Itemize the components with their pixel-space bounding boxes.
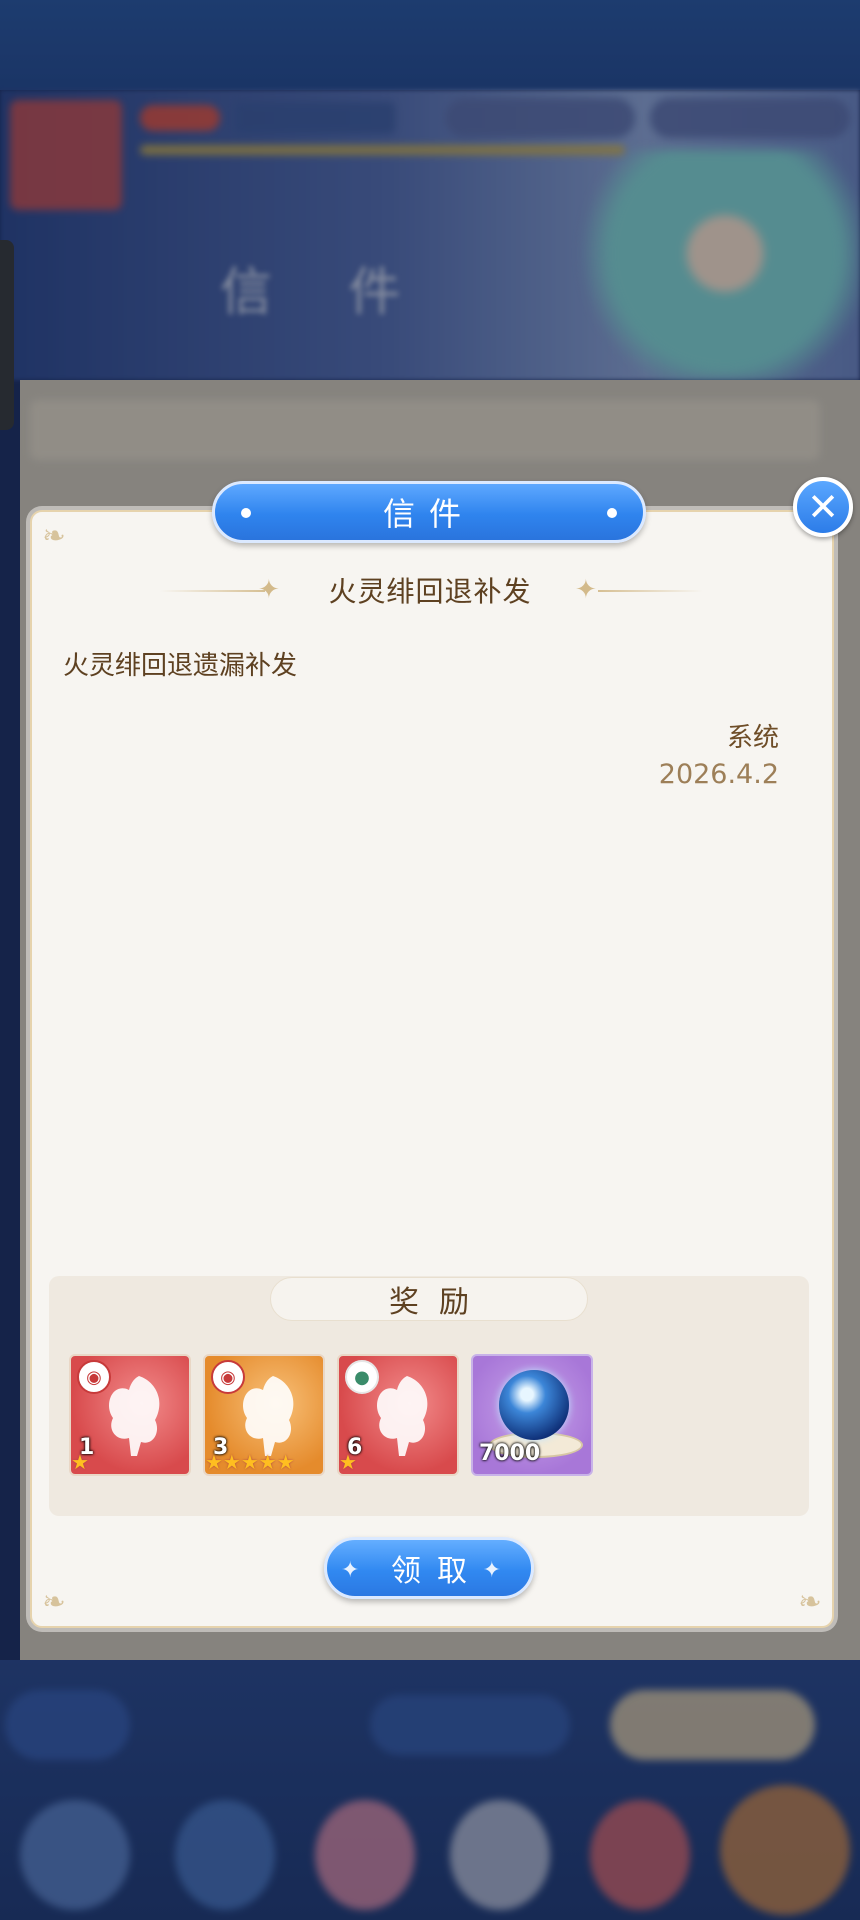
mail-subject: 火灵绯回退补发 <box>328 575 532 608</box>
mail-date: 2026.4.2 <box>658 759 779 790</box>
modal-title: 信件 <box>382 495 475 533</box>
mail-body-text: 火灵绯回退遗漏补发 <box>63 651 298 681</box>
close-button[interactable]: ✕ <box>793 477 853 537</box>
tri-orb-icon: ● <box>345 1360 379 1394</box>
reward-count: 3 <box>213 1435 229 1460</box>
corner-ornament-icon: ❧ <box>42 1585 66 1618</box>
mail-sender: 系统 <box>726 723 779 753</box>
bag-icon: ◉ <box>211 1360 245 1394</box>
reward-count: 7000 <box>479 1441 541 1466</box>
sparkle-icon: ✦ <box>341 1558 376 1583</box>
claim-button[interactable]: ✦ 领取 ✦ <box>324 1537 534 1599</box>
crystal-orb-icon <box>499 1370 569 1440</box>
reward-count: 6 <box>347 1435 363 1460</box>
bag-icon: ◉ <box>77 1360 111 1394</box>
corner-ornament-icon: ❧ <box>42 519 66 552</box>
corner-ornament-icon: ❧ <box>798 1585 822 1618</box>
sparkle-icon: ✦ <box>482 1558 517 1583</box>
reward-count: 1 <box>79 1435 95 1460</box>
sparkle-icon: ✦ <box>575 575 597 605</box>
reward-item-fairy-card[interactable]: ◉ ★★★★★ 3 <box>203 1354 325 1476</box>
fairy-silhouette-icon <box>376 1376 428 1456</box>
reward-item-fairy-card[interactable]: ● ★ 6 <box>337 1354 459 1476</box>
reward-item-fairy-card[interactable]: ◉ ★ 1 <box>69 1354 191 1476</box>
reward-section-label: 奖励 <box>270 1277 588 1321</box>
reward-item-crystal-orb[interactable]: 7000 <box>471 1354 593 1476</box>
fairy-silhouette-icon <box>242 1376 294 1456</box>
claim-button-label: 领取 <box>391 1554 483 1589</box>
modal-title-banner: 信件 <box>212 481 646 543</box>
title-divider-right <box>598 590 703 592</box>
title-dot-icon <box>607 508 617 518</box>
fairy-silhouette-icon <box>108 1376 160 1456</box>
title-dot-icon <box>241 508 251 518</box>
close-icon: ✕ <box>807 485 839 529</box>
